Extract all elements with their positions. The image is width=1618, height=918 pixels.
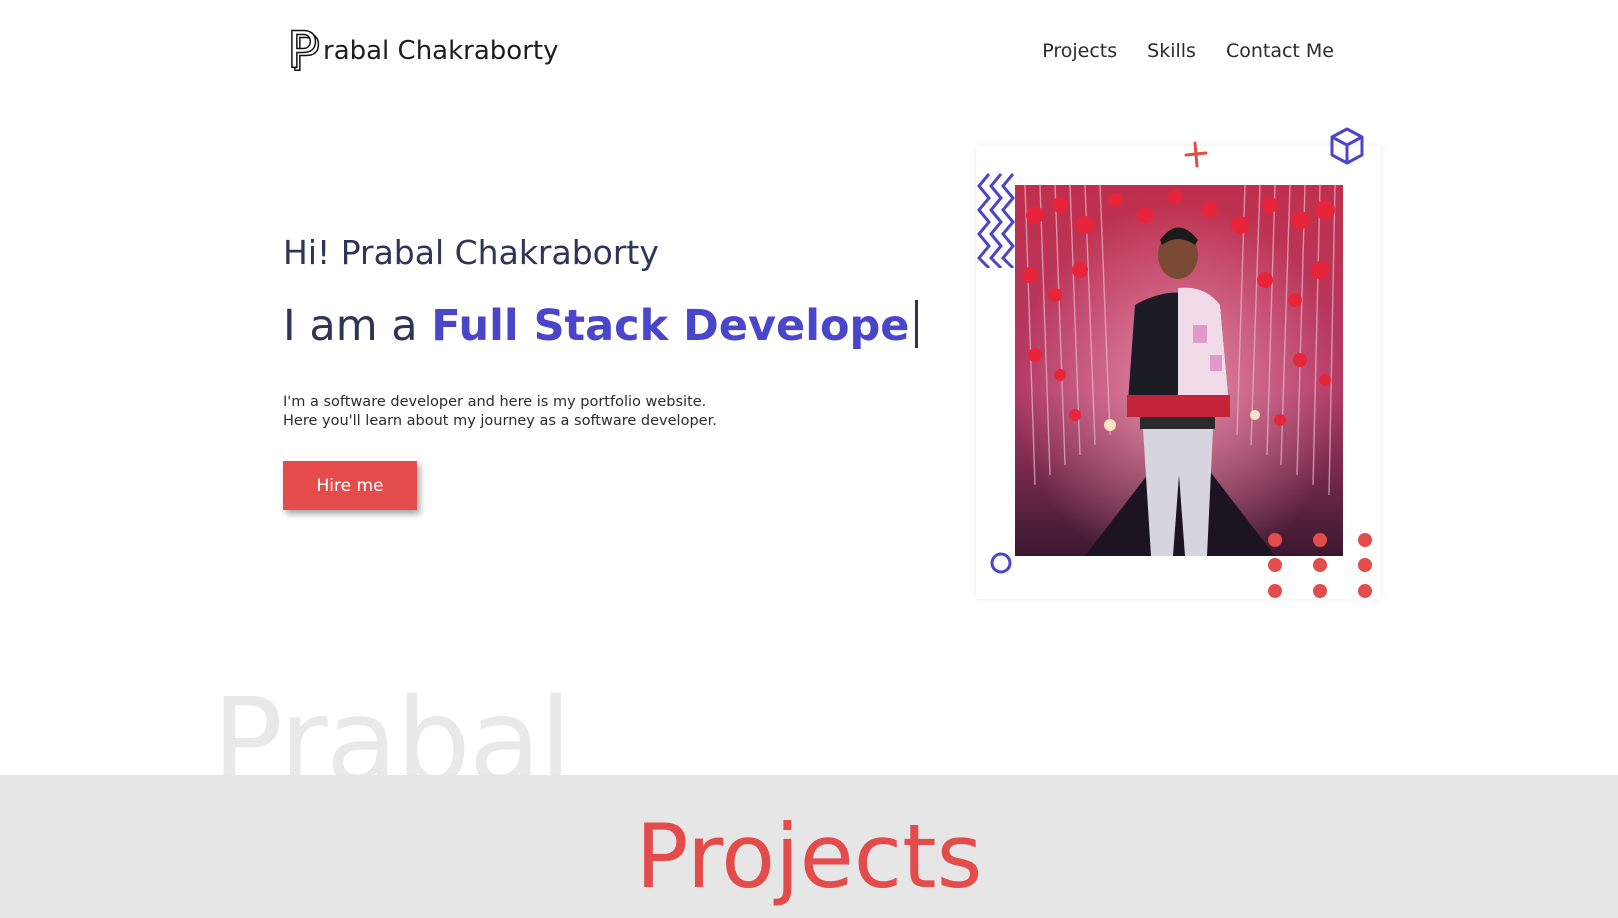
typing-cursor: [915, 300, 919, 348]
hire-me-button[interactable]: Hire me: [283, 461, 417, 510]
main-nav: Projects Skills Contact Me: [1042, 40, 1334, 62]
dots-grid-icon: [1268, 533, 1372, 598]
hero-greeting: Hi! Prabal Chakraborty: [283, 233, 659, 272]
logo-letter: P: [286, 21, 318, 79]
hero-description-line: Here you'll learn about my journey as a …: [283, 413, 717, 429]
logo-text: rabal Chakraborty: [323, 36, 559, 66]
profile-photo: [1015, 185, 1343, 556]
nav-skills[interactable]: Skills: [1147, 40, 1196, 62]
hero-headline: I am a Full Stack Develope: [283, 300, 919, 351]
projects-heading: Projects: [635, 805, 983, 908]
hero-description: I'm a software developer and here is my …: [283, 393, 717, 431]
nav-contact-me[interactable]: Contact Me: [1226, 40, 1334, 62]
logo-mark-icon: P P: [286, 21, 321, 82]
zigzag-icon: [977, 173, 1015, 268]
plus-icon: [1184, 141, 1208, 168]
hero-role-typed: Full Stack Develope: [431, 301, 910, 351]
ring-icon: [990, 552, 1012, 574]
nav-projects[interactable]: Projects: [1042, 40, 1117, 62]
cube-icon: [1330, 127, 1364, 165]
hero-description-line: I'm a software developer and here is my …: [283, 394, 707, 410]
hero-headline-prefix: I am a: [283, 301, 432, 351]
